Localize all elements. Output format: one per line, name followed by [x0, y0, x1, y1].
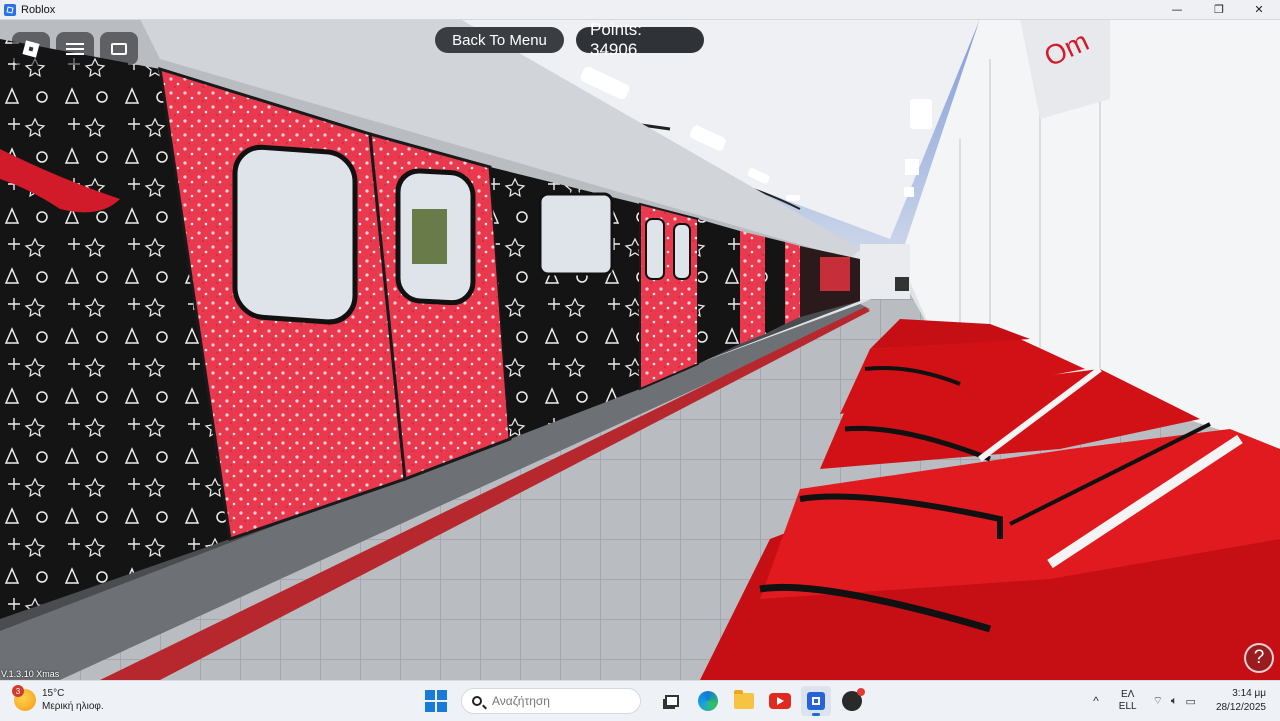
chat-button[interactable]: [100, 32, 138, 65]
obs-icon: [842, 688, 865, 711]
language-indicator[interactable]: ΕΛ ELL: [1119, 689, 1137, 713]
hamburger-icon: [66, 42, 84, 55]
version-label: V.1.3.10 Xmas: [1, 669, 60, 679]
youtube-icon: [769, 693, 791, 709]
window-titlebar: Roblox — ❐ ✕: [0, 0, 1280, 20]
weather-widget[interactable]: 3 15°C Μερική ηλιοφ.: [12, 685, 104, 713]
points-display: Points: 34906: [576, 20, 704, 59]
tray-overflow-chevron[interactable]: ^: [1093, 694, 1099, 708]
volume-icon[interactable]: 🔈︎: [1171, 695, 1178, 708]
window-title: Roblox: [21, 3, 56, 16]
wifi-icon[interactable]: ⌔: [1153, 694, 1163, 708]
game-viewport[interactable]: Om Back To Menu Points: 34906 V.1.3.10 X…: [0, 19, 1280, 680]
system-tray: ^ ΕΛ ELL ⌔ 🔈︎ ▭ 3:14 μμ 28/12/2025: [1093, 681, 1280, 721]
edge-button[interactable]: [693, 686, 723, 716]
clock[interactable]: 3:14 μμ 28/12/2025: [1216, 687, 1266, 715]
maximize-button[interactable]: ❐: [1200, 0, 1238, 19]
taskbar-center: [425, 686, 867, 716]
roblox-menu-button[interactable]: [12, 32, 50, 65]
subway-scene: Om: [0, 19, 1280, 680]
weather-sun-icon: 3: [12, 685, 36, 711]
roblox-menu-cluster: [12, 32, 138, 65]
search-icon: [472, 696, 482, 706]
battery-icon[interactable]: ▭: [1186, 695, 1196, 708]
file-explorer-button[interactable]: [729, 686, 759, 716]
back-to-menu-button[interactable]: Back To Menu: [435, 27, 564, 53]
roblox-icon: [807, 692, 825, 710]
lang-bottom: ELL: [1118, 701, 1137, 712]
youtube-button[interactable]: [765, 686, 795, 716]
chat-icon: [111, 42, 127, 55]
minimize-button[interactable]: —: [1158, 0, 1196, 19]
roblox-app-icon: [4, 3, 16, 16]
start-button[interactable]: [425, 690, 447, 712]
clock-time: 3:14 μμ: [1232, 688, 1266, 699]
taskbar: 3 15°C Μερική ηλιοφ. ^ ΕΛ ELL ⌔ 🔈︎ ▭ 3: [0, 680, 1280, 721]
roblox-taskbar-button[interactable]: [801, 686, 831, 716]
hamburger-menu-button[interactable]: [56, 32, 94, 65]
file-explorer-icon: [734, 690, 754, 709]
taskbar-search[interactable]: [461, 688, 641, 714]
weather-temp: 15°C: [42, 688, 65, 699]
task-view-icon: [665, 695, 679, 707]
search-input[interactable]: [490, 693, 624, 709]
roblox-logo-icon: [22, 39, 40, 58]
task-view-button[interactable]: [657, 686, 687, 716]
close-button[interactable]: ✕: [1240, 0, 1278, 19]
edge-icon: [698, 691, 718, 711]
help-button[interactable]: ?: [1244, 643, 1274, 673]
weather-condition: Μερική ηλιοφ.: [42, 701, 104, 712]
obs-button[interactable]: [837, 686, 867, 716]
clock-date: 28/12/2025: [1215, 702, 1266, 713]
lang-top: ΕΛ: [1121, 689, 1135, 700]
notification-badge: 3: [12, 685, 24, 697]
